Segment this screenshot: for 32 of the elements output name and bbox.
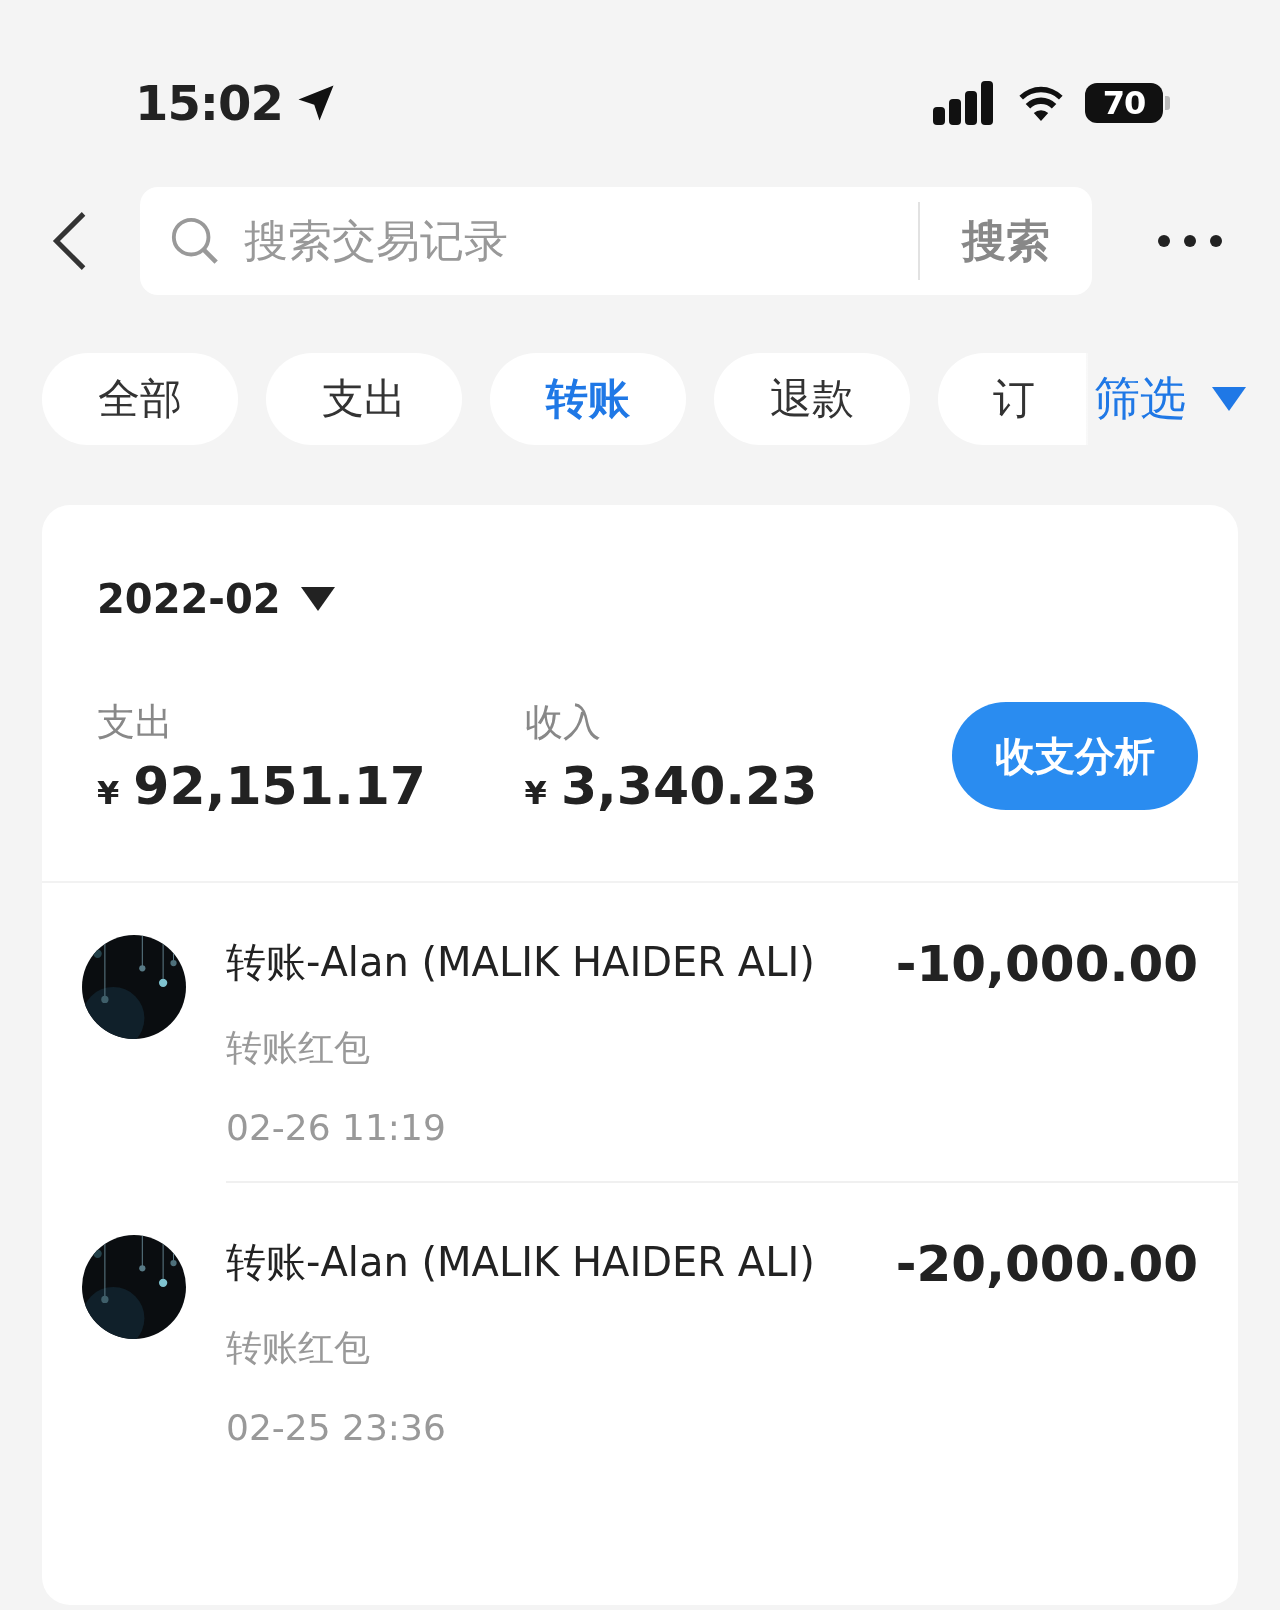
transaction-type: 转账红包	[226, 1026, 371, 1070]
filter-tab[interactable]: 订	[938, 353, 1088, 445]
more-icon[interactable]	[1156, 233, 1224, 249]
filter-tab[interactable]: 转账	[490, 353, 686, 445]
transaction-amount: -20,000.00	[895, 1235, 1198, 1295]
currency-sign: ¥	[97, 773, 120, 812]
transaction-time: 02-26 11:19	[226, 1107, 447, 1148]
filter-label: 筛选	[1094, 370, 1186, 427]
currency-sign: ¥	[524, 773, 547, 812]
month-label: 2022-02	[97, 576, 281, 622]
wifi-icon	[1019, 85, 1063, 121]
summary-amount: 92,151.17	[133, 755, 427, 816]
transaction-time: 02-25 23:36	[226, 1407, 447, 1448]
filter-tab[interactable]: 退款	[714, 353, 910, 445]
battery-level: 70	[1085, 83, 1163, 123]
filter-tab[interactable]: 全部	[42, 353, 238, 445]
battery-tip	[1165, 96, 1170, 110]
month-picker[interactable]: 2022-02	[42, 575, 341, 623]
summary-label: 支出	[97, 698, 174, 746]
transaction-title: 转账-Alan (MALIK HAIDER ALI)	[226, 1238, 816, 1287]
search-field[interactable]: 搜索交易记录 搜索	[140, 187, 1092, 295]
status-time: 15:02	[135, 75, 283, 131]
caret-icon	[1212, 387, 1246, 411]
transaction-type: 转账红包	[226, 1326, 371, 1370]
caret-icon	[300, 587, 335, 611]
search-icon	[170, 216, 220, 266]
filter-tab[interactable]: 支出	[266, 353, 462, 445]
transaction-title: 转账-Alan (MALIK HAIDER ALI)	[226, 938, 816, 987]
transaction-amount: -10,000.00	[895, 935, 1198, 995]
search-button[interactable]: 搜索	[920, 187, 1092, 295]
summary-label: 收入	[524, 698, 602, 746]
summary-amount: 3,340.23	[560, 755, 818, 816]
